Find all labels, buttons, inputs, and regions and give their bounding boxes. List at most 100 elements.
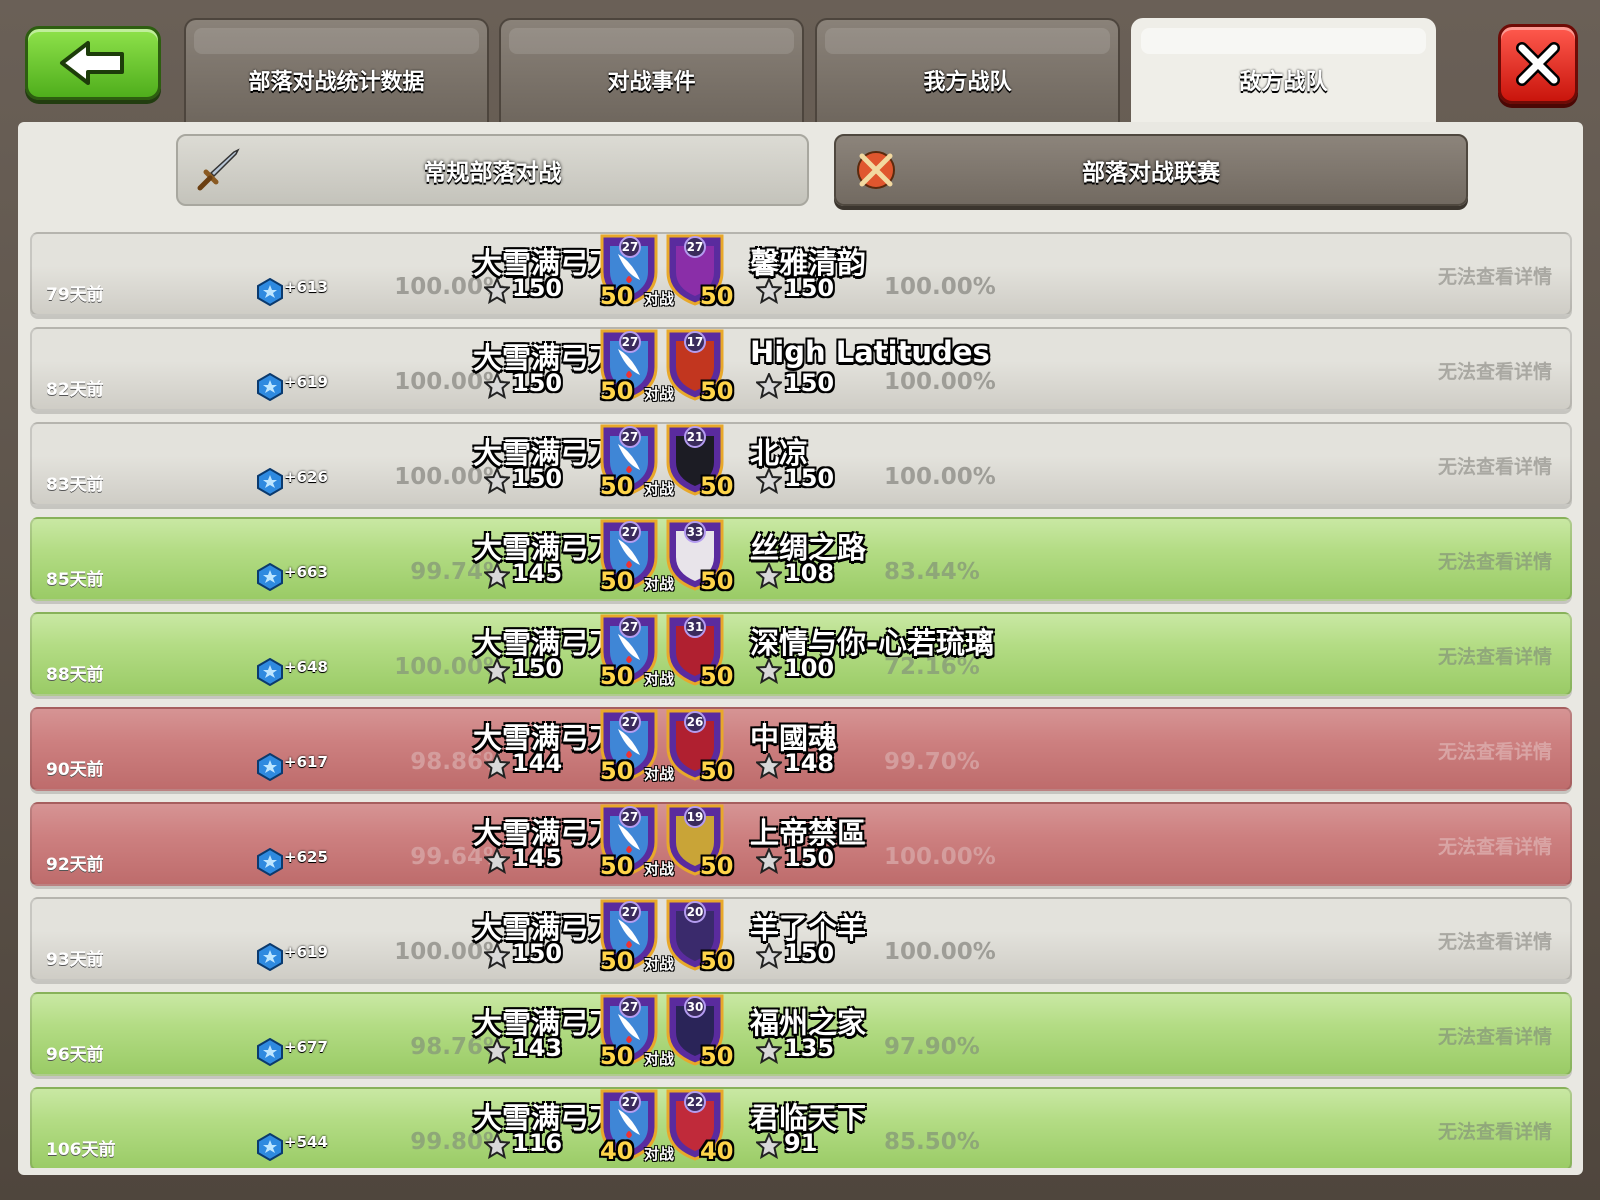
war-row[interactable]: 93天前 +619 100.00% 大雪满弓刀 150 27 50 对战 20 …: [30, 897, 1572, 981]
war-row[interactable]: 106天前 +544 99.80% 大雪满弓刀 116 27 40 对战 22 …: [30, 1087, 1572, 1168]
enemy-war-size: 50: [700, 282, 734, 310]
clan-xp-icon: [257, 1133, 283, 1161]
my-stars: 144: [512, 749, 563, 777]
tab-label: 敌方战队: [1239, 70, 1328, 95]
war-time-ago: 85天前: [46, 570, 104, 590]
regular-war-label: 常规部落对战: [423, 160, 562, 186]
my-stars: 116: [512, 1129, 563, 1157]
view-details-link[interactable]: 无法查看详情: [1438, 452, 1552, 479]
enemy-war-size: 40: [700, 1137, 734, 1165]
clan-xp-icon: [257, 1038, 283, 1066]
star-icon: [484, 848, 510, 874]
enemy-destruction-percent: 83.44%: [884, 559, 980, 585]
enemy-stars: 135: [784, 1034, 835, 1062]
clan-xp-icon: [257, 658, 283, 686]
enemy-stars: 150: [784, 369, 835, 397]
star-icon: [484, 1038, 510, 1064]
clan-xp-gain: +677: [284, 1038, 328, 1056]
my-clan-level: 27: [619, 331, 641, 353]
my-stars: 150: [512, 654, 563, 682]
clan-xp-icon: [257, 753, 283, 781]
view-details-link[interactable]: 无法查看详情: [1438, 737, 1552, 764]
enemy-destruction-percent: 99.70%: [884, 749, 980, 775]
star-icon: [756, 563, 782, 589]
clan-xp-icon: [257, 278, 283, 306]
view-details-link[interactable]: 无法查看详情: [1438, 1022, 1552, 1049]
view-details-link[interactable]: 无法查看详情: [1438, 262, 1552, 289]
enemy-clan-level: 30: [684, 996, 706, 1018]
tab-war-stats[interactable]: 部落对战统计数据: [184, 18, 489, 122]
my-stars: 145: [512, 559, 563, 587]
close-icon: [1516, 42, 1560, 86]
war-time-ago: 92天前: [46, 855, 104, 875]
my-war-size: 50: [600, 567, 634, 595]
clan-xp-gain: +648: [284, 658, 328, 676]
clan-xp-gain: +619: [284, 943, 328, 961]
enemy-war-size: 50: [700, 1042, 734, 1070]
view-details-link[interactable]: 无法查看详情: [1438, 547, 1552, 574]
enemy-destruction-percent: 72.16%: [884, 654, 980, 680]
tab-label: 我方战队: [923, 70, 1012, 95]
view-details-link[interactable]: 无法查看详情: [1438, 357, 1552, 384]
tab-my-team[interactable]: 我方战队: [815, 18, 1120, 122]
my-clan-level: 27: [619, 1091, 641, 1113]
war-row[interactable]: 79天前 +613 100.00% 大雪满弓刀 150 27 50 对战 27 …: [30, 232, 1572, 316]
tab-label: 对战事件: [607, 70, 696, 95]
enemy-destruction-percent: 100.00%: [884, 274, 996, 300]
war-row[interactable]: 83天前 +626 100.00% 大雪满弓刀 150 27 50 对战 21 …: [30, 422, 1572, 506]
star-icon: [756, 753, 782, 779]
enemy-clan-level: 19: [684, 806, 706, 828]
war-row[interactable]: 85天前 +663 99.74% 大雪满弓刀 145 27 50 对战 33 5…: [30, 517, 1572, 601]
my-war-size: 50: [600, 1042, 634, 1070]
clan-xp-icon: [257, 563, 283, 591]
star-icon: [484, 658, 510, 684]
star-icon: [484, 753, 510, 779]
star-icon: [484, 1133, 510, 1159]
star-icon: [756, 278, 782, 304]
regular-war-button[interactable]: 常规部落对战: [176, 134, 809, 206]
war-row[interactable]: 96天前 +677 98.76% 大雪满弓刀 143 27 50 对战 30 5…: [30, 992, 1572, 1076]
war-row[interactable]: 90天前 +617 98.86% 大雪满弓刀 144 27 50 对战 26 5…: [30, 707, 1572, 791]
my-war-size: 50: [600, 947, 634, 975]
my-clan-level: 27: [619, 426, 641, 448]
clan-xp-gain: +625: [284, 848, 328, 866]
my-clan-level: 27: [619, 901, 641, 923]
clan-xp-icon: [257, 373, 283, 401]
close-button[interactable]: [1498, 24, 1578, 104]
my-clan-level: 27: [619, 521, 641, 543]
view-details-link[interactable]: 无法查看详情: [1438, 927, 1552, 954]
enemy-clan-level: 31: [684, 616, 706, 638]
tab-war-events[interactable]: 对战事件: [499, 18, 804, 122]
war-time-ago: 93天前: [46, 950, 104, 970]
star-icon: [484, 278, 510, 304]
clan-xp-gain: +613: [284, 278, 328, 296]
enemy-war-size: 50: [700, 567, 734, 595]
back-button[interactable]: [25, 26, 161, 100]
enemy-destruction-percent: 100.00%: [884, 939, 996, 965]
enemy-war-size: 50: [700, 757, 734, 785]
war-row[interactable]: 82天前 +619 100.00% 大雪满弓刀 150 27 50 对战 17 …: [30, 327, 1572, 411]
war-row[interactable]: 92天前 +625 99.64% 大雪满弓刀 145 27 50 对战 19 5…: [30, 802, 1572, 886]
enemy-war-size: 50: [700, 472, 734, 500]
war-row[interactable]: 88天前 +648 100.00% 大雪满弓刀 150 27 50 对战 31 …: [30, 612, 1572, 696]
enemy-clan-level: 21: [684, 426, 706, 448]
enemy-stars: 150: [784, 464, 835, 492]
clan-xp-gain: +663: [284, 563, 328, 581]
enemy-stars: 150: [784, 274, 835, 302]
star-icon: [484, 563, 510, 589]
enemy-destruction-percent: 100.00%: [884, 369, 996, 395]
enemy-clan-level: 27: [684, 236, 706, 258]
war-league-button[interactable]: 部落对战联赛: [834, 134, 1468, 206]
tab-enemy-team[interactable]: 敌方战队: [1131, 18, 1436, 122]
view-details-link[interactable]: 无法查看详情: [1438, 642, 1552, 669]
clan-xp-gain: +544: [284, 1133, 328, 1151]
my-war-size: 50: [600, 377, 634, 405]
clan-xp-gain: +619: [284, 373, 328, 391]
my-clan-level: 27: [619, 236, 641, 258]
view-details-link[interactable]: 无法查看详情: [1438, 1117, 1552, 1144]
my-war-size: 50: [600, 472, 634, 500]
star-icon: [484, 943, 510, 969]
enemy-stars: 148: [784, 749, 835, 777]
clan-xp-icon: [257, 848, 283, 876]
view-details-link[interactable]: 无法查看详情: [1438, 832, 1552, 859]
